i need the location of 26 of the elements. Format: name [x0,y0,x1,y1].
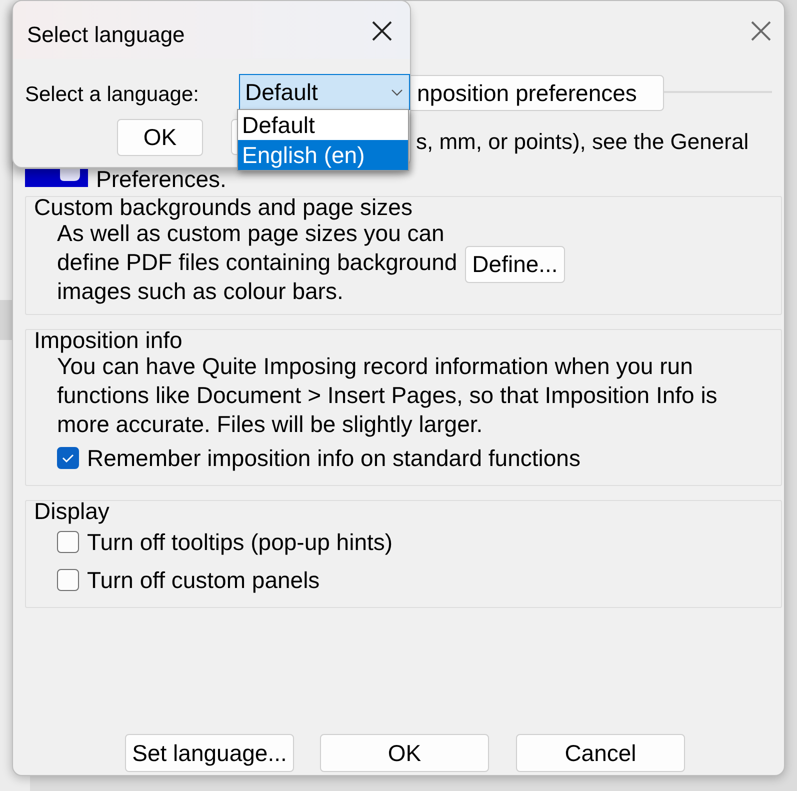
dropdown-option[interactable]: English (en) [238,140,408,170]
close-icon[interactable] [370,19,394,43]
checkbox[interactable] [57,531,79,553]
checkbox[interactable] [57,569,79,591]
panel-icon [25,169,88,187]
description-text: You can have Quite Imposing record information when you run functions like Document > Insert Pages, so that Imposition Info is more accurate. Files will be slightly larger. [56,353,718,439]
ok-button[interactable]: OK [117,119,203,156]
description-text: As well as custom page sizes you can define PDF files containing background images such as colour bars. [56,220,458,306]
ok-button[interactable]: OK [320,734,489,772]
set-language-button[interactable]: Set language... [125,734,294,772]
checkbox-label: Turn off custom panels [87,566,320,595]
language-dropdown[interactable]: Default [239,74,410,110]
group-title: Imposition info [33,328,184,352]
chevron-icon [390,87,404,97]
window-title: Select language [13,1,410,59]
group-title: Display [33,499,110,523]
description-text: Preferences. [96,167,226,192]
field-label: Select a language: [25,82,199,108]
cancel-button[interactable]: Cancel [516,734,685,772]
define-button[interactable]: Define... [465,246,565,283]
description-text: s, mm, or points), see the General [416,128,749,156]
group-title: Custom backgrounds and page sizes [33,195,414,219]
checkbox[interactable] [57,447,79,469]
checkbox-label: Turn off tooltips (pop-up hints) [87,528,393,557]
dropdown-option[interactable]: Default [238,110,408,140]
checkbox-label: Remember imposition info on standard functions [87,444,580,473]
